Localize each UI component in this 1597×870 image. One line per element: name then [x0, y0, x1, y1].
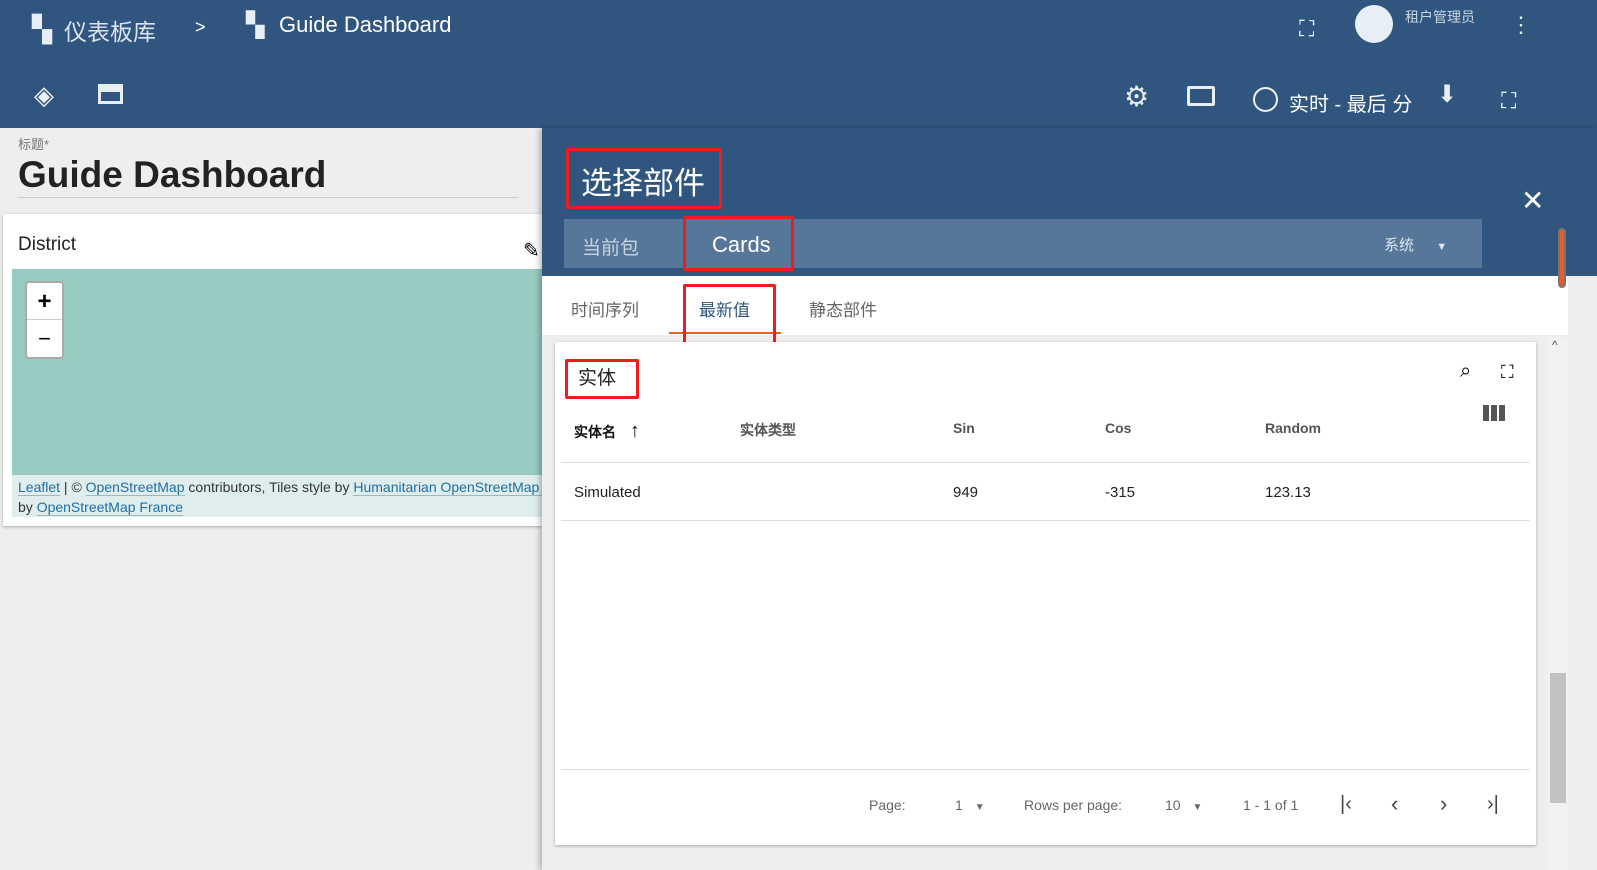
divider	[561, 769, 1530, 770]
edit-icon[interactable]: ✎	[523, 238, 540, 263]
dashboards-icon: ▚	[32, 14, 52, 44]
prev-page-icon[interactable]: ‹	[1391, 791, 1398, 817]
fullscreen-icon[interactable]: ⛶	[1501, 88, 1516, 114]
col-entity-type[interactable]: 实体类型	[740, 420, 796, 440]
zoom-in-button[interactable]: +	[27, 283, 62, 320]
fullscreen-icon[interactable]: ⛶	[1299, 16, 1314, 42]
attr-text: by	[18, 499, 37, 515]
range-label: 1 - 1 of 1	[1243, 797, 1299, 813]
rows-label: Rows per page:	[1024, 797, 1123, 813]
chevron-down-icon: ▼	[1192, 802, 1203, 813]
col-random[interactable]: Random	[1265, 420, 1321, 436]
attr-text: | ©	[60, 479, 86, 495]
search-icon[interactable]: ⌕	[1460, 360, 1471, 383]
top-header: ▚ 仪表板库 > ▚ Guide Dashboard ⛶ 租户管理员 ⋮ ◈ ⚙…	[0, 0, 1597, 128]
avatar[interactable]	[1355, 5, 1393, 43]
map[interactable]: + − Leaflet | © OpenStreetMap contributo…	[12, 269, 542, 517]
osmfr-link[interactable]: OpenStreetMap France	[36, 499, 183, 516]
dashboard-editor: 标题* Guide Dashboard District ✎ + − Leafl…	[0, 128, 542, 870]
page-select[interactable]: 1 ▼	[955, 797, 985, 813]
devices-icon[interactable]	[1187, 86, 1215, 106]
layout-icon[interactable]	[98, 84, 123, 104]
next-page-icon[interactable]: ›	[1440, 791, 1447, 817]
rows-select[interactable]: 10 ▼	[1165, 797, 1202, 813]
title-input[interactable]: Guide Dashboard	[18, 154, 518, 198]
layers-icon[interactable]: ◈	[34, 80, 54, 111]
map-widget: District ✎ + − Leaflet | © OpenStreetMap…	[3, 214, 542, 526]
bundle-select[interactable]: 系统 ▼	[1384, 234, 1447, 255]
tab-static[interactable]: 静态部件	[809, 296, 877, 321]
breadcrumb-dashboards[interactable]: 仪表板库	[64, 13, 156, 47]
breadcrumb-separator: >	[195, 17, 206, 37]
content-scrollbar[interactable]: ^	[1548, 338, 1568, 870]
col-sin[interactable]: Sin	[953, 420, 975, 436]
fullscreen-icon[interactable]: ⛶	[1501, 362, 1514, 383]
title-label: 标题*	[18, 137, 50, 152]
zoom-out-button[interactable]: −	[27, 320, 62, 357]
chevron-down-icon: ▼	[974, 802, 985, 813]
download-icon[interactable]: ⬇	[1437, 80, 1457, 109]
attr-text: contributors, Tiles style by	[184, 479, 354, 495]
hot-link[interactable]: Humanitarian OpenStreetMap T	[353, 479, 542, 496]
more-vert-icon[interactable]: ⋮	[1510, 12, 1532, 38]
cell-sin: 949	[953, 484, 979, 501]
col-cos[interactable]: Cos	[1105, 420, 1131, 436]
leaflet-link[interactable]: Leaflet	[18, 479, 61, 496]
cell-cos: -315	[1105, 484, 1136, 501]
dashboard-icon: ▚	[246, 12, 265, 39]
page-label: Page:	[869, 797, 906, 813]
scroll-thumb[interactable]	[1550, 673, 1566, 803]
last-page-icon[interactable]: ›|	[1487, 793, 1499, 816]
settings-icon[interactable]: ⚙	[1124, 80, 1149, 113]
panel-header: 选择部件 ✕ 当前包 Cards 系统 ▼	[542, 128, 1597, 276]
close-icon[interactable]: ✕	[1521, 184, 1544, 217]
cell-entity-name: Simulated	[574, 484, 641, 501]
clock-icon[interactable]	[1253, 87, 1278, 112]
timewindow-button[interactable]: 实时 - 最后 分	[1289, 88, 1412, 117]
zoom-control: + −	[25, 281, 64, 359]
cell-random: 123.13	[1265, 484, 1311, 501]
scrollbar[interactable]	[1558, 228, 1566, 288]
col-entity-name[interactable]: 实体名 ↑	[574, 420, 640, 443]
tab-timeseries[interactable]: 时间序列	[571, 296, 639, 321]
first-page-icon[interactable]: |‹	[1340, 793, 1352, 816]
chevron-down-icon: ▼	[1436, 241, 1448, 253]
osm-link[interactable]: OpenStreetMap	[85, 479, 185, 496]
widget-title: District	[18, 234, 77, 255]
columns-icon[interactable]	[1483, 405, 1505, 421]
map-attribution: Leaflet | © OpenStreetMap contributors, …	[12, 475, 542, 517]
scroll-up-icon[interactable]: ^	[1552, 338, 1558, 352]
table-row[interactable]	[561, 463, 1530, 521]
tab-current-bundle[interactable]: 当前包	[582, 233, 639, 260]
breadcrumb-current: Guide Dashboard	[279, 12, 452, 37]
user-name[interactable]: 租户管理员	[1405, 7, 1475, 27]
arrow-up-icon: ↑	[629, 420, 640, 442]
